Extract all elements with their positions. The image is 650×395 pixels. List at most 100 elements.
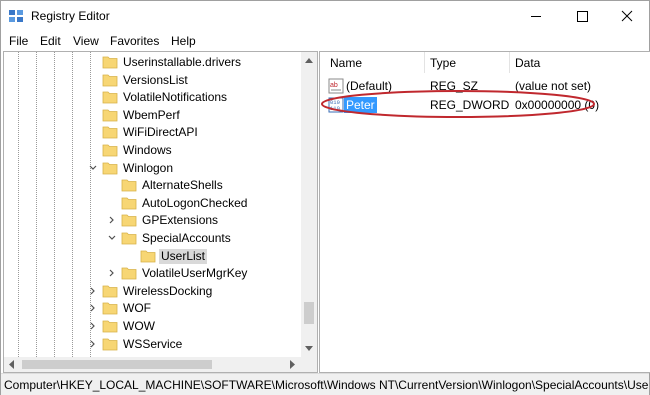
- chevron-down-icon[interactable]: [107, 233, 117, 243]
- tree-item-label: AlternateShells: [142, 178, 223, 193]
- tree-item[interactable]: VolatileNotifications: [88, 89, 298, 106]
- column-divider[interactable]: [424, 52, 425, 73]
- tree-item[interactable]: UserList: [126, 248, 317, 265]
- chevron-right-icon[interactable]: [88, 321, 98, 331]
- registry-editor-window: Registry Editor File Edit View Favorites…: [0, 0, 650, 395]
- tree-guide-line: [72, 52, 73, 357]
- folder-icon: [102, 91, 118, 104]
- string-value-icon: ab: [328, 78, 344, 94]
- svg-text:ab: ab: [330, 82, 338, 89]
- value-name: (Default): [346, 79, 393, 93]
- values-pane[interactable]: Name Type Data ab (Default) REG_SZ (valu…: [319, 51, 650, 373]
- tree-item-label: VersionsList: [123, 72, 188, 87]
- tree-item-label: Winlogon: [123, 160, 174, 175]
- close-button[interactable]: [604, 1, 650, 31]
- column-header-type[interactable]: Type: [430, 56, 456, 70]
- folder-icon: [102, 302, 118, 315]
- chevron-right-icon[interactable]: [88, 286, 98, 296]
- value-data: (value not set): [515, 79, 592, 93]
- scroll-right-icon[interactable]: [284, 357, 300, 372]
- folder-icon: [121, 197, 137, 210]
- tree-item[interactable]: SpecialAccounts: [107, 230, 317, 247]
- chevron-right-icon[interactable]: [88, 339, 98, 349]
- registry-tree[interactable]: Userinstallable.drivers VersionsList Volat…: [3, 51, 318, 373]
- column-header-data[interactable]: Data: [515, 56, 540, 70]
- tree-item[interactable]: AutoLogonChecked: [107, 195, 317, 212]
- tree-guide-line: [18, 52, 19, 357]
- folder-icon: [121, 214, 137, 227]
- menu-edit[interactable]: Edit: [40, 34, 61, 48]
- folder-icon: [102, 285, 118, 298]
- scroll-up-icon[interactable]: [301, 52, 317, 68]
- chevron-right-icon[interactable]: [107, 268, 117, 278]
- tree-item[interactable]: WOF: [88, 300, 298, 317]
- tree-item[interactable]: WbemPerf: [88, 107, 298, 124]
- folder-icon: [102, 338, 118, 350]
- folder-icon: [121, 267, 137, 280]
- value-type: REG_DWORD: [430, 98, 510, 112]
- tree-item-label: Userinstallable.drivers: [123, 55, 242, 69]
- tree-item-label: SpecialAccounts: [142, 231, 231, 245]
- tree-item-label: WOW: [123, 319, 155, 333]
- chevron-right-icon[interactable]: [88, 303, 98, 313]
- tree-item[interactable]: WiFiDirectAPI: [88, 124, 298, 141]
- folder-icon: [102, 144, 118, 157]
- folder-icon: [102, 162, 118, 174]
- menu-favorites[interactable]: Favorites: [110, 34, 159, 48]
- minimize-icon: [531, 16, 541, 17]
- value-row-peter[interactable]: 010 110 Peter REG_DWORD 0x00000000 (0): [320, 96, 650, 114]
- tree-item-label: GPExtensions: [142, 213, 219, 228]
- minimize-button[interactable]: [513, 1, 559, 31]
- scroll-down-icon[interactable]: [301, 341, 317, 357]
- tree-item-label: WSService: [123, 336, 183, 351]
- tree-item-label: UserList: [159, 248, 208, 264]
- menu-view[interactable]: View: [73, 34, 99, 48]
- scroll-left-icon[interactable]: [4, 357, 20, 372]
- tree-item-label: VolatileUserMgrKey: [142, 266, 248, 281]
- status-bar: Computer\HKEY_LOCAL_MACHINE\SOFTWARE\Mic…: [1, 373, 649, 395]
- value-row-default[interactable]: ab (Default) REG_SZ (value not set): [320, 77, 650, 95]
- svg-text:110: 110: [330, 105, 340, 112]
- tree-item-label: WOF: [123, 301, 151, 316]
- tree-item[interactable]: GPExtensions: [107, 212, 317, 229]
- column-header-name[interactable]: Name: [330, 56, 362, 70]
- folder-icon: [102, 320, 118, 333]
- tree-item[interactable]: WirelessDocking: [88, 283, 298, 300]
- menu-file[interactable]: File: [9, 34, 28, 48]
- tree-item-label: Windows: [123, 143, 172, 157]
- tree-item[interactable]: VolatileUserMgrKey: [107, 265, 317, 282]
- maximize-icon: [577, 11, 588, 22]
- tree-item-label: WbemPerf: [123, 107, 180, 122]
- tree-item[interactable]: Winlogon: [88, 160, 298, 177]
- chevron-right-icon[interactable]: [107, 215, 117, 225]
- window-title: Registry Editor: [31, 9, 110, 23]
- value-data: 0x00000000 (0): [515, 98, 600, 112]
- column-divider[interactable]: [509, 52, 510, 73]
- registry-app-icon: [9, 10, 23, 22]
- menu-help[interactable]: Help: [171, 34, 196, 48]
- binary-value-icon: 010 110: [328, 97, 344, 113]
- folder-icon: [140, 250, 156, 262]
- tree-item[interactable]: VersionsList: [88, 72, 298, 89]
- registry-path: Computer\HKEY_LOCAL_MACHINE\SOFTWARE\Mic…: [4, 378, 649, 392]
- scroll-thumb[interactable]: [304, 302, 314, 324]
- tree-item[interactable]: WOW: [88, 318, 298, 335]
- folder-icon: [102, 126, 118, 139]
- tree-item-label: WiFiDirectAPI: [123, 125, 198, 140]
- tree-item[interactable]: AlternateShells: [107, 177, 317, 194]
- maximize-button[interactable]: [559, 1, 605, 31]
- folder-icon: [121, 232, 137, 245]
- folder-icon: [102, 74, 118, 86]
- tree-item-label: VolatileNotifications: [123, 90, 228, 105]
- menu-bar: File Edit View Favorites Help: [1, 32, 649, 51]
- tree-horizontal-scrollbar[interactable]: [4, 357, 317, 372]
- title-bar[interactable]: Registry Editor: [1, 1, 649, 31]
- scroll-thumb[interactable]: [22, 360, 212, 369]
- value-name: Peter: [344, 97, 377, 113]
- chevron-down-icon[interactable]: [88, 163, 98, 173]
- tree-item[interactable]: Windows: [88, 142, 298, 159]
- tree-item[interactable]: WSService: [88, 336, 298, 353]
- tree-item[interactable]: Userinstallable.drivers: [88, 54, 298, 71]
- value-type: REG_SZ: [430, 79, 479, 93]
- folder-icon: [102, 109, 118, 122]
